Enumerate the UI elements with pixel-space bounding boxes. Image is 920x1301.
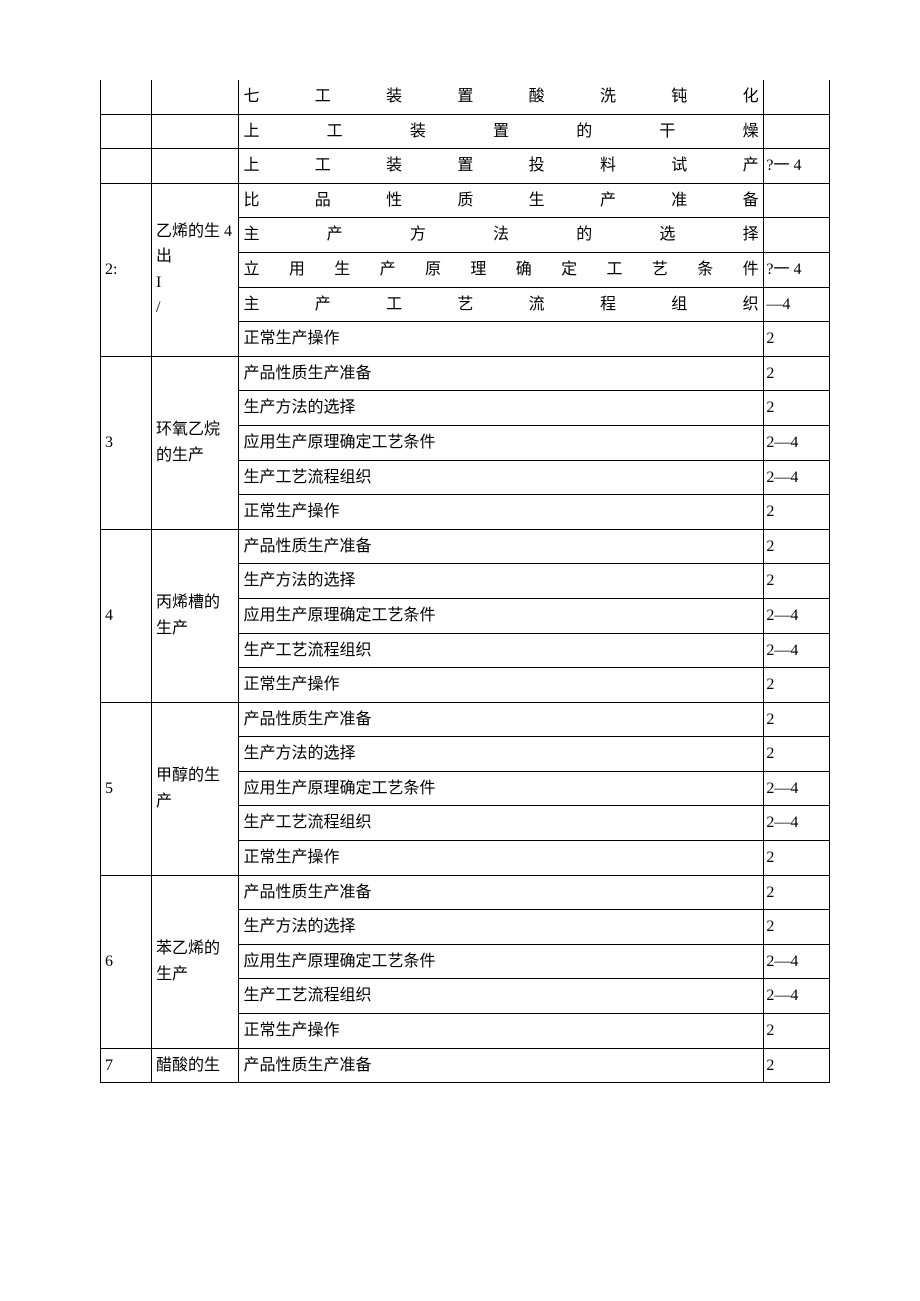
hours-cell: 2: [764, 529, 830, 564]
section-number: [101, 149, 152, 184]
hours-cell: 2: [764, 668, 830, 703]
hours-cell: 2: [764, 875, 830, 910]
section-name: 环氧乙烷的生产: [152, 356, 239, 529]
table-row: 3环氧乙烷的生产产品性质生产准备2: [101, 356, 830, 391]
section-number: 6: [101, 875, 152, 1048]
content-cell: 应用生产原理确定工艺条件: [239, 598, 764, 633]
content-cell: 生产方法的选择: [239, 391, 764, 426]
section-name: 乙烯的生 4 出 I /: [152, 183, 239, 356]
hours-cell: 2: [764, 702, 830, 737]
hours-cell: 2—4: [764, 806, 830, 841]
content-cell: 正常生产操作: [239, 668, 764, 703]
content-cell: 正常生产操作: [239, 322, 764, 357]
hours-cell: [764, 114, 830, 149]
content-cell: 产品性质生产准备: [239, 1048, 764, 1083]
hours-cell: 2—4: [764, 598, 830, 633]
hours-cell: ?一 4: [764, 252, 830, 287]
table-row: 4丙烯槽的生产产品性质生产准备2: [101, 529, 830, 564]
content-cell: 产品性质生产准备: [239, 702, 764, 737]
section-name: 丙烯槽的生产: [152, 529, 239, 702]
content-cell: 生产方法的选择: [239, 910, 764, 945]
section-name: [152, 80, 239, 114]
content-cell: 应用生产原理确定工艺条件: [239, 425, 764, 460]
section-number: 3: [101, 356, 152, 529]
section-name: 苯乙烯的生产: [152, 875, 239, 1048]
section-number: 4: [101, 529, 152, 702]
table-row: 7醋酸的生产品性质生产准备2: [101, 1048, 830, 1083]
hours-cell: [764, 183, 830, 218]
section-name: [152, 149, 239, 184]
content-cell: 产品性质生产准备: [239, 529, 764, 564]
syllabus-table: 七工装置酸洗钝化上工装置的干燥上工装置投料试产?一 42:乙烯的生 4 出 I …: [100, 80, 830, 1083]
hours-cell: 2: [764, 1014, 830, 1049]
content-cell: 正常生产操作: [239, 841, 764, 876]
hours-cell: 2—4: [764, 425, 830, 460]
content-cell: 主产工艺流程组织: [239, 287, 764, 322]
table-row: 上工装置的干燥: [101, 114, 830, 149]
content-cell: 产品性质生产准备: [239, 356, 764, 391]
content-cell: 应用生产原理确定工艺条件: [239, 944, 764, 979]
hours-cell: —4: [764, 287, 830, 322]
hours-cell: 2: [764, 910, 830, 945]
content-cell: 应用生产原理确定工艺条件: [239, 771, 764, 806]
section-name: [152, 114, 239, 149]
hours-cell: 2: [764, 564, 830, 599]
section-number: [101, 114, 152, 149]
section-name: 醋酸的生: [152, 1048, 239, 1083]
section-name: 甲醇的生产: [152, 702, 239, 875]
content-cell: 生产方法的选择: [239, 737, 764, 772]
hours-cell: 2—4: [764, 771, 830, 806]
table-row: 2:乙烯的生 4 出 I /比品性质生产准备: [101, 183, 830, 218]
content-cell: 生产工艺流程组织: [239, 633, 764, 668]
table-row: 上工装置投料试产?一 4: [101, 149, 830, 184]
hours-cell: 2—4: [764, 944, 830, 979]
content-cell: 主产方法的选择: [239, 218, 764, 253]
content-cell: 上工装置的干燥: [239, 114, 764, 149]
hours-cell: ?一 4: [764, 149, 830, 184]
content-cell: 生产方法的选择: [239, 564, 764, 599]
hours-cell: 2: [764, 1048, 830, 1083]
content-cell: 正常生产操作: [239, 1014, 764, 1049]
table-row: 5甲醇的生产产品性质生产准备2: [101, 702, 830, 737]
hours-cell: 2: [764, 841, 830, 876]
content-cell: 生产工艺流程组织: [239, 806, 764, 841]
section-number: 5: [101, 702, 152, 875]
table-row: 6苯乙烯的生产产品性质生产准备2: [101, 875, 830, 910]
hours-cell: 2—4: [764, 979, 830, 1014]
content-cell: 生产工艺流程组织: [239, 979, 764, 1014]
section-number: 2:: [101, 183, 152, 356]
hours-cell: 2: [764, 495, 830, 530]
hours-cell: 2: [764, 322, 830, 357]
table-row: 七工装置酸洗钝化: [101, 80, 830, 114]
hours-cell: 2—4: [764, 460, 830, 495]
hours-cell: 2: [764, 737, 830, 772]
content-cell: 产品性质生产准备: [239, 875, 764, 910]
hours-cell: 2—4: [764, 633, 830, 668]
hours-cell: [764, 80, 830, 114]
content-cell: 正常生产操作: [239, 495, 764, 530]
content-cell: 七工装置酸洗钝化: [239, 80, 764, 114]
section-number: 7: [101, 1048, 152, 1083]
content-cell: 生产工艺流程组织: [239, 460, 764, 495]
hours-cell: 2: [764, 356, 830, 391]
hours-cell: 2: [764, 391, 830, 426]
content-cell: 比品性质生产准备: [239, 183, 764, 218]
content-cell: 上工装置投料试产: [239, 149, 764, 184]
hours-cell: [764, 218, 830, 253]
section-number: [101, 80, 152, 114]
content-cell: 立用生产原理确定工艺条件: [239, 252, 764, 287]
